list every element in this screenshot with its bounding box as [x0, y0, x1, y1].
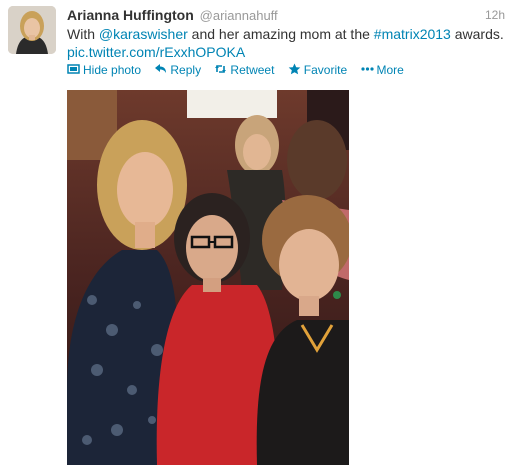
- tweet-text-middle: and her amazing mom at the: [187, 26, 374, 42]
- reply-label: Reply: [170, 63, 202, 77]
- avatar[interactable]: [8, 6, 56, 54]
- more-button[interactable]: More: [360, 62, 404, 78]
- photo-link[interactable]: pic.twitter.com/rExxhOPOKA: [67, 44, 245, 60]
- hide-photo-button[interactable]: Hide photo: [67, 62, 141, 78]
- photo-icon: [67, 63, 80, 75]
- retweet-button[interactable]: Retweet: [214, 62, 274, 78]
- tweet: Arianna Huffington @ariannahuff 12h With…: [0, 0, 510, 476]
- reply-button[interactable]: Reply: [154, 62, 201, 78]
- tweet-actions: Hide photo Reply Retweet Favorite More: [67, 62, 414, 78]
- tweet-photo[interactable]: [67, 90, 349, 465]
- retweet-icon: [214, 63, 227, 75]
- reply-arrow-icon: [154, 63, 167, 75]
- user-fullname[interactable]: Arianna Huffington: [67, 7, 194, 23]
- retweet-label: Retweet: [230, 63, 275, 77]
- more-label: More: [376, 63, 404, 77]
- user-handle[interactable]: @ariannahuff: [200, 8, 278, 23]
- tweet-text-suffix: awards.: [450, 26, 504, 42]
- tweet-text: With @karaswisher and her amazing mom at…: [67, 25, 507, 61]
- tweet-timestamp[interactable]: 12h: [485, 6, 505, 24]
- hashtag-link[interactable]: #matrix2013: [374, 26, 451, 42]
- hide-photo-label: Hide photo: [83, 63, 142, 77]
- star-icon: [288, 63, 301, 75]
- ellipsis-icon: [360, 63, 374, 75]
- mention-link[interactable]: @karaswisher: [99, 26, 188, 42]
- favorite-button[interactable]: Favorite: [288, 62, 347, 78]
- tweet-text-prefix: With: [67, 26, 99, 42]
- favorite-label: Favorite: [303, 63, 348, 77]
- tweet-header: Arianna Huffington @ariannahuff 12h: [67, 6, 505, 24]
